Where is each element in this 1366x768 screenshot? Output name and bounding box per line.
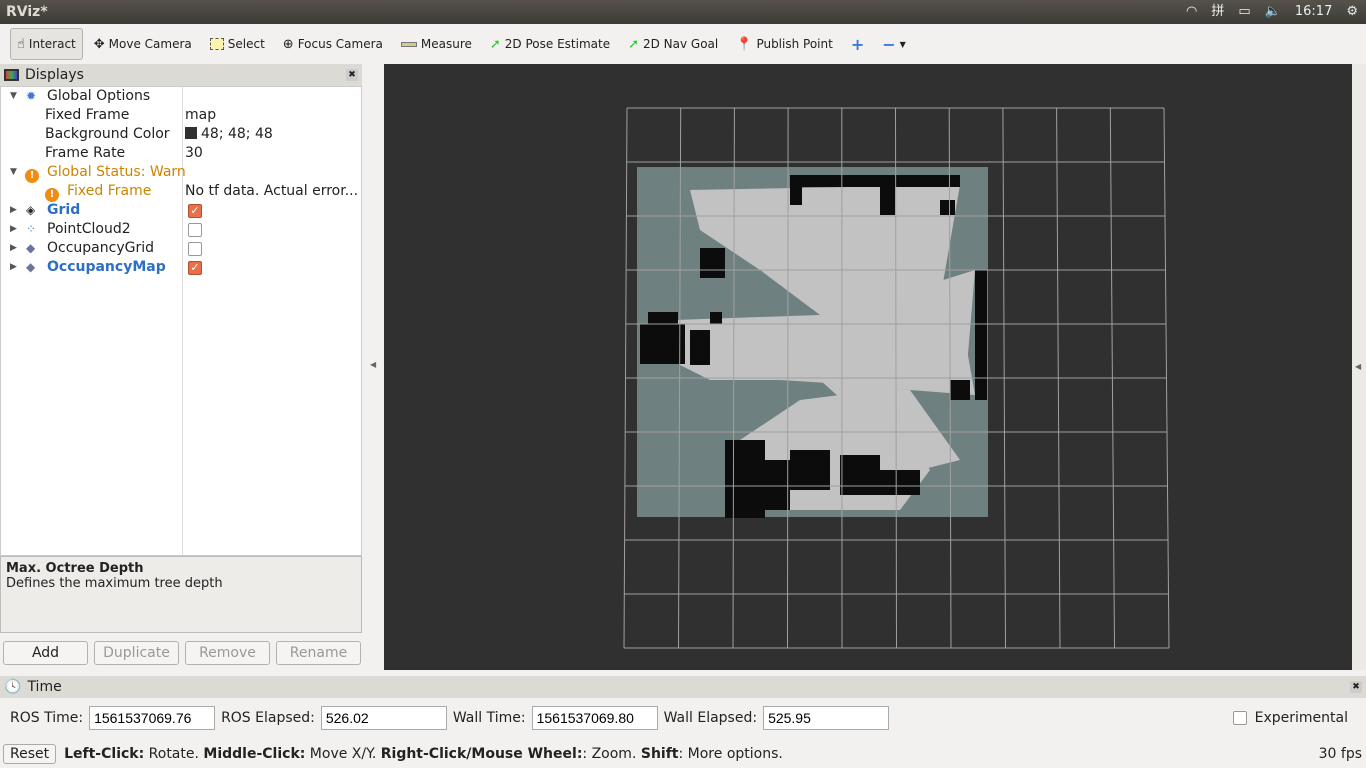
tool-2d-nav-goal[interactable]: ➚ 2D Nav Goal	[621, 28, 725, 60]
map-obstacle	[790, 175, 960, 187]
map-obstacle	[840, 455, 880, 495]
tree-item-occupancymap[interactable]: ▶ ◆ OccupancyMap ✓	[1, 258, 361, 277]
move-camera-icon: ✥	[93, 36, 105, 52]
map-obstacle	[700, 248, 725, 278]
displays-panel: Displays ✖ ▼ ✹ Global Options Fixed Frame ma…	[0, 64, 362, 674]
volume-icon[interactable]: 🔈	[1265, 0, 1281, 24]
ros-time-field[interactable]	[89, 706, 216, 730]
occupancygrid-checkbox[interactable]	[188, 242, 202, 256]
tool-measure[interactable]: Measure	[394, 28, 479, 60]
hand-icon: ☝	[17, 36, 25, 52]
wall-elapsed-field[interactable]	[763, 706, 890, 730]
wall-time-field[interactable]	[531, 706, 658, 730]
occupancymap-checkbox[interactable]: ✓	[188, 261, 202, 275]
expand-arrow-icon[interactable]: ▼	[10, 87, 17, 106]
grid-checkbox[interactable]: ✓	[188, 204, 202, 218]
expand-arrow-icon[interactable]: ▼	[10, 163, 17, 182]
tree-global-options[interactable]: ▼ ✹ Global Options	[1, 87, 361, 106]
gear-icon: ✹	[26, 89, 37, 103]
pointcloud-icon: ⁘	[26, 222, 37, 236]
grid-icon: ◈	[26, 203, 36, 217]
tool-select[interactable]: Select	[203, 28, 272, 60]
rename-button[interactable]: Rename	[276, 641, 361, 665]
3d-viewport[interactable]	[384, 64, 1352, 670]
minus-icon: −	[882, 34, 896, 54]
map-pin-icon: 📍	[736, 36, 753, 52]
system-tray: ◠ 拼 ▭ 🔈 16:17 ⚙	[1186, 0, 1358, 24]
map-obstacle	[790, 185, 802, 205]
map-obstacle	[790, 450, 830, 490]
expand-arrow-icon[interactable]: ▶	[10, 201, 17, 220]
green-arrow-icon: ➚	[489, 36, 501, 52]
duplicate-button[interactable]: Duplicate	[94, 641, 179, 665]
property-description: Max. Octree Depth Defines the maximum tre…	[0, 556, 362, 633]
status-bar: Reset Left-Click: Rotate. Middle-Click: …	[0, 740, 1366, 768]
displays-header: Displays ✖	[0, 64, 362, 86]
tree-item-pointcloud2[interactable]: ▶ ⁘ PointCloud2	[1, 220, 361, 239]
map-obstacle	[880, 470, 920, 495]
map-obstacle	[950, 380, 970, 400]
keyboard-icon[interactable]: 拼	[1211, 0, 1224, 24]
clock[interactable]: 16:17	[1295, 0, 1332, 24]
expand-arrow-icon[interactable]: ▶	[10, 239, 17, 258]
toolbar: ☝ Interact ✥ Move Camera Select ⊕ Focus Cam…	[0, 24, 1366, 64]
wifi-icon[interactable]: ◠	[1186, 0, 1197, 24]
window-title: RViz*	[6, 4, 48, 20]
tree-global-status[interactable]: ▼! Global Status: Warn	[1, 163, 361, 183]
tree-background-color[interactable]: Background Color 48; 48; 48	[1, 125, 361, 144]
map-obstacle	[760, 460, 790, 510]
map-obstacle	[648, 312, 678, 324]
tree-frame-rate[interactable]: Frame Rate 30	[1, 144, 361, 163]
diamond-icon: ◆	[26, 260, 36, 274]
tree-status-fixed-frame[interactable]: ! Fixed Frame No tf data. Actual error...	[1, 182, 361, 202]
green-arrow-icon: ➚	[628, 36, 639, 52]
map-obstacle	[690, 330, 710, 365]
displays-tree: ▼ ✹ Global Options Fixed Frame map Backgrou…	[0, 86, 362, 556]
help-text: Left-Click: Rotate. Middle-Click: Move X…	[64, 746, 783, 762]
add-button[interactable]: Add	[3, 641, 88, 665]
tree-item-grid[interactable]: ▶ ◈ Grid ✓	[1, 201, 361, 220]
tool-interact[interactable]: ☝ Interact	[10, 28, 83, 60]
map-obstacle	[880, 185, 895, 215]
close-icon[interactable]: ✖	[1350, 681, 1362, 693]
window-titlebar: RViz* ◠ 拼 ▭ 🔈 16:17 ⚙	[0, 0, 1366, 24]
focus-camera-icon: ⊕	[282, 36, 294, 52]
ros-elapsed-field[interactable]	[320, 706, 447, 730]
tree-fixed-frame[interactable]: Fixed Frame map	[1, 106, 361, 125]
tool-publish-point[interactable]: 📍 Publish Point	[729, 28, 840, 60]
map-obstacle	[940, 200, 955, 215]
add-tool-button[interactable]: +	[844, 28, 871, 60]
monitor-icon	[4, 69, 19, 81]
map-obstacle	[710, 312, 722, 324]
battery-icon[interactable]: ▭	[1238, 0, 1250, 24]
time-panel: 🕓Time✖ ROS Time: ROS Elapsed: Wall Time:…	[0, 676, 1366, 740]
experimental-checkbox[interactable]	[1232, 711, 1247, 725]
gear-icon[interactable]: ⚙	[1346, 0, 1358, 24]
close-icon[interactable]: ✖	[346, 69, 358, 81]
fps-readout: 30 fps	[1318, 746, 1362, 762]
tool-2d-pose-estimate[interactable]: ➚ 2D Pose Estimate	[483, 28, 617, 60]
remove-tool-button[interactable]: − ▼	[875, 28, 913, 60]
expand-arrow-icon[interactable]: ▶	[10, 258, 17, 277]
reset-button[interactable]: Reset	[3, 744, 57, 764]
plus-icon: +	[850, 34, 865, 54]
map-scene[interactable]	[384, 64, 1352, 670]
diamond-icon: ◆	[26, 241, 36, 255]
expand-arrow-icon[interactable]: ▶	[10, 220, 17, 239]
map-obstacle	[640, 324, 685, 364]
right-dock-handle[interactable]: ◀	[1352, 64, 1366, 670]
color-swatch	[185, 127, 197, 139]
clock-icon: 🕓	[4, 679, 22, 695]
splitter-handle[interactable]: ◀	[370, 360, 376, 369]
chevron-down-icon: ▼	[899, 39, 906, 49]
map-obstacle	[725, 440, 765, 518]
pointcloud2-checkbox[interactable]	[188, 223, 202, 237]
tool-focus-camera[interactable]: ⊕ Focus Camera	[276, 28, 390, 60]
ruler-icon	[400, 41, 417, 47]
select-icon	[209, 38, 224, 50]
tree-item-occupancygrid[interactable]: ▶ ◆ OccupancyGrid	[1, 239, 361, 258]
map-obstacle	[975, 270, 987, 400]
remove-button[interactable]: Remove	[185, 641, 270, 665]
tool-move-camera[interactable]: ✥ Move Camera	[87, 28, 199, 60]
